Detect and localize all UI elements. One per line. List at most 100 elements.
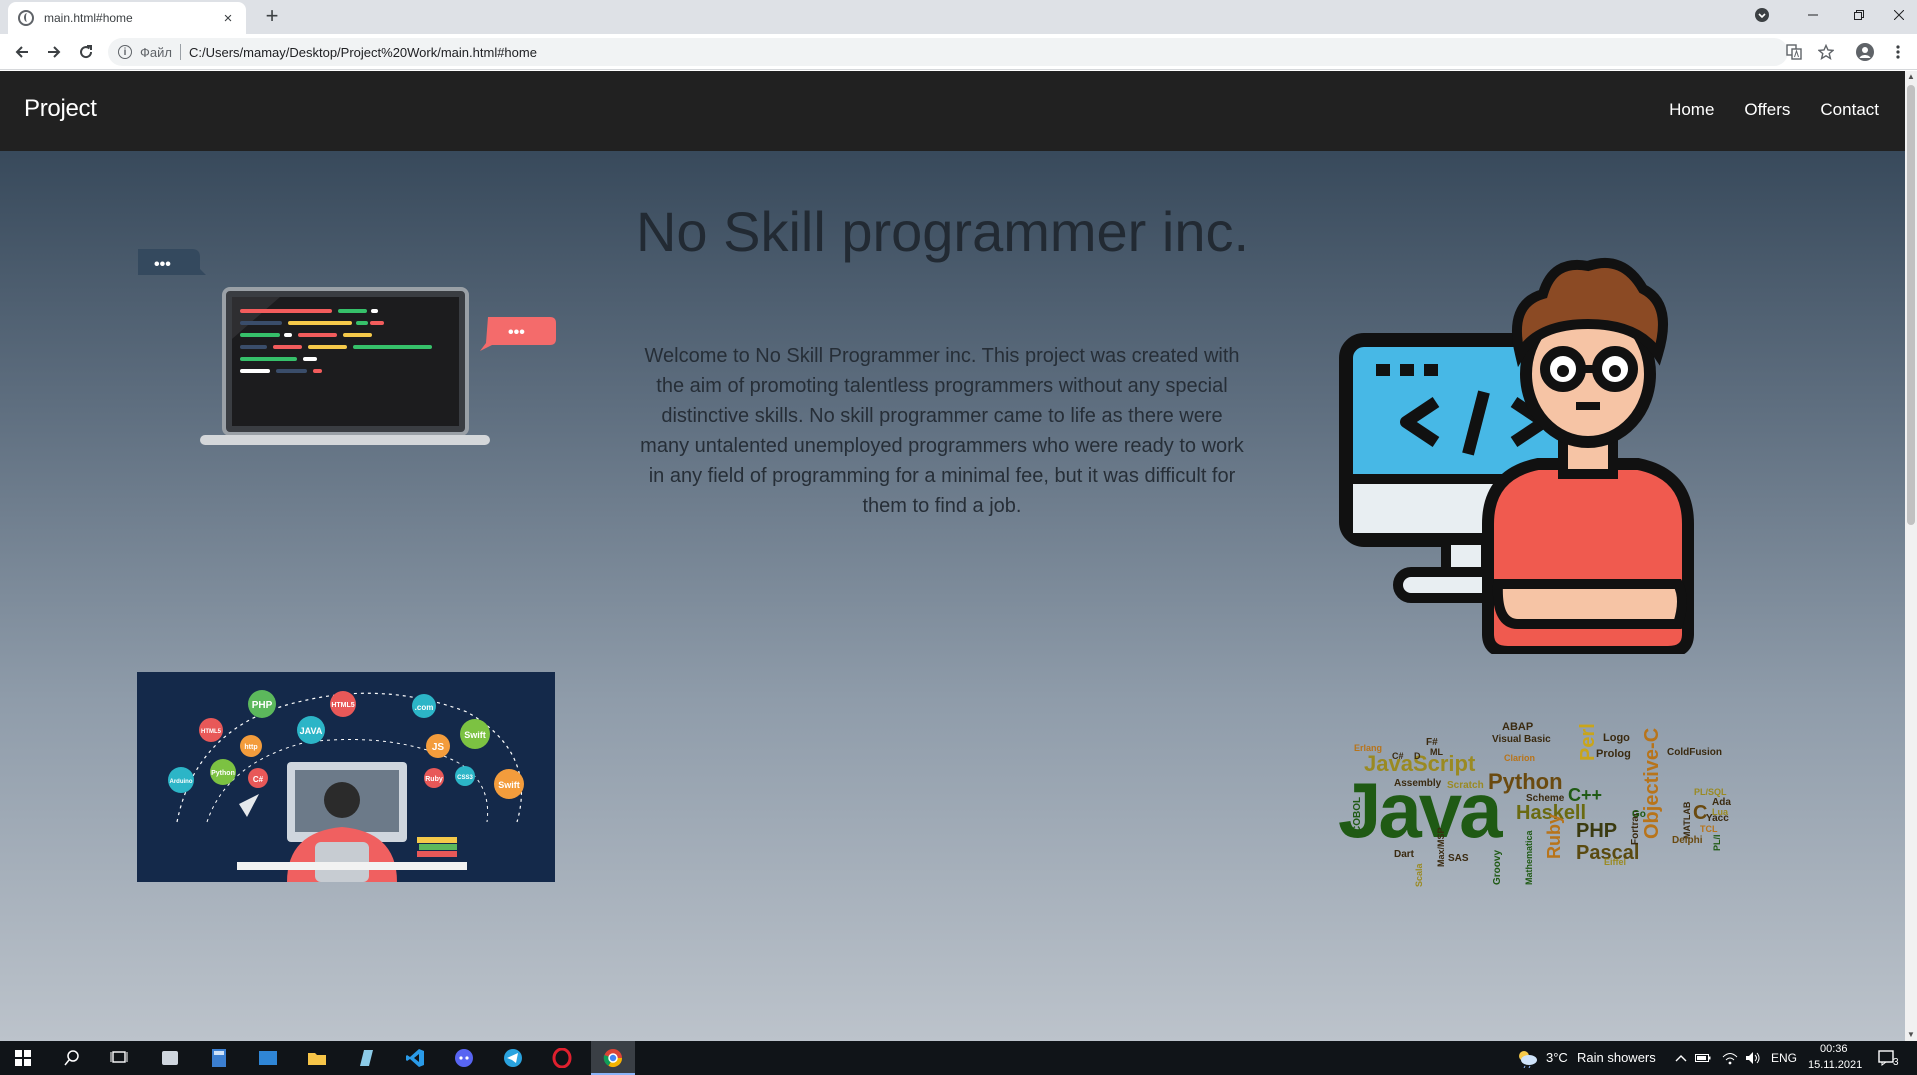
url-text[interactable]: C:/Users/mamay/Desktop/Project%20Work/ma… [189,45,537,60]
translate-button[interactable] [1784,42,1804,62]
nav-link-contact[interactable]: Contact [1820,100,1879,120]
site-brand[interactable]: Project [24,95,97,123]
omnibox-divider [179,44,181,60]
language-word-cloud: Java JavaScript Python Haskell PHP Pasca… [1338,721,1731,887]
clock-time[interactable]: 00:36 [1820,1043,1848,1055]
kebab-menu-icon [1896,45,1900,59]
cloud-word: Erlang [1354,743,1382,753]
chrome-icon[interactable] [602,1047,624,1069]
browser-toolbar: i Файл C:/Users/mamay/Desktop/Project%20… [0,34,1917,70]
chevron-down-icon [1755,8,1769,22]
app-icon-3[interactable] [257,1047,279,1069]
info-icon[interactable]: i [118,45,132,59]
volume-icon[interactable] [1742,1047,1764,1069]
forward-button[interactable] [42,40,66,64]
cloud-word: Assembly [1394,778,1442,789]
cloud-word: TCL [1700,824,1718,834]
wifi-icon[interactable] [1719,1047,1741,1069]
arrow-right-icon [48,46,61,58]
cloud-word: Python [1488,769,1563,794]
search-icon[interactable] [61,1047,83,1069]
chevron-up-icon[interactable] [1670,1047,1692,1069]
cloud-word: Groovy [1492,850,1503,885]
menu-button[interactable] [1888,42,1908,62]
cloud-word: Clarion [1504,753,1535,763]
cloud-word: Ruby [1544,814,1564,859]
site-navbar: Project Home Offers Contact [0,71,1905,151]
address-bar[interactable]: i Файл C:/Users/mamay/Desktop/Project%20… [108,38,1788,66]
weather-text[interactable]: Rain showers [1577,1050,1656,1065]
cloud-word: ABAP [1502,721,1533,733]
cloud-word: PHP [1576,820,1617,842]
cloud-word: Lua [1712,807,1729,817]
bubble-label: JS [432,742,445,753]
weather-temp[interactable]: 3°C [1546,1050,1568,1065]
bubble-label: .com [415,703,434,712]
cloud-word: C++ [1568,785,1602,805]
telegram-icon[interactable] [502,1047,524,1069]
discord-icon[interactable] [453,1047,475,1069]
cloud-word: COBOL [1352,797,1363,833]
bookmark-button[interactable] [1816,42,1836,62]
bubble-label: PHP [252,700,273,711]
bubble-label: JAVA [300,726,323,736]
profile-button[interactable] [1855,42,1875,62]
cloud-word: Scala [1414,862,1424,887]
vscode-icon[interactable] [404,1047,426,1069]
reload-button[interactable] [74,40,98,64]
clock-date[interactable]: 15.11.2021 [1808,1059,1862,1071]
minimize-button[interactable] [1790,0,1836,30]
scheme-label: Файл [140,44,172,60]
scroll-down-arrow[interactable]: ▼ [1905,1029,1917,1041]
cloud-word: MATLAB [1682,801,1692,839]
scrollbar-thumb[interactable] [1907,85,1915,525]
battery-icon[interactable] [1692,1047,1714,1069]
close-window-button[interactable] [1880,0,1917,30]
scroll-up-arrow[interactable]: ▲ [1905,71,1917,83]
bubble-label: Swift [498,780,520,790]
bubble-label: Arduino [170,779,193,785]
cloud-word: D [1414,751,1421,761]
app-icon-5[interactable] [355,1047,377,1069]
bubble-label: C# [253,775,264,784]
cloud-word: Mathematica [1524,829,1534,885]
page-scrollbar[interactable]: ▲ ▼ [1905,71,1917,1041]
nav-link-home[interactable]: Home [1669,100,1714,120]
bubble-label: HTML5 [201,729,222,735]
cloud-word: Max/MSP [1436,827,1446,867]
cloud-word: Logo [1603,732,1630,744]
cloud-word: PL/I [1712,834,1722,851]
bubble-label: http [244,744,257,751]
calculator-icon[interactable] [208,1047,230,1069]
reload-icon [80,45,93,59]
nav-link-offers[interactable]: Offers [1744,100,1790,120]
windows-start-icon[interactable] [12,1047,34,1069]
language-indicator[interactable]: ENG [1771,1051,1797,1065]
browser-tab[interactable]: main.html#home × [8,2,246,34]
app-icon-1[interactable] [159,1047,181,1069]
cloud-word: PL/SQL [1694,787,1727,797]
tab-close-button[interactable]: × [220,10,236,27]
weather-icon[interactable] [1516,1047,1538,1069]
back-button[interactable] [10,40,34,64]
arrow-left-icon [15,46,28,58]
restore-button[interactable] [1836,0,1882,30]
browser-tabstrip: main.html#home × + [0,0,1917,34]
close-icon [1893,10,1904,20]
developer-illustration [1339,257,1694,654]
globe-icon [18,10,34,26]
laptop-code-illustration: ••• ••• [138,249,556,445]
hero-description: Welcome to No Skill Programmer inc. This… [640,345,1244,517]
task-view-icon[interactable] [108,1047,130,1069]
avatar-icon [1856,43,1874,61]
file-explorer-icon[interactable] [306,1047,328,1069]
bubble-label: HTML5 [331,702,354,709]
new-tab-button[interactable]: + [258,3,286,29]
bubble-label: Ruby [425,776,443,783]
opera-icon[interactable] [551,1047,573,1069]
translate-icon [1786,44,1802,60]
bubble-label: CSS3 [457,775,473,781]
restore-icon [1854,10,1864,20]
cloud-word: ColdFusion [1667,747,1722,758]
tab-search-button[interactable] [1752,0,1772,30]
